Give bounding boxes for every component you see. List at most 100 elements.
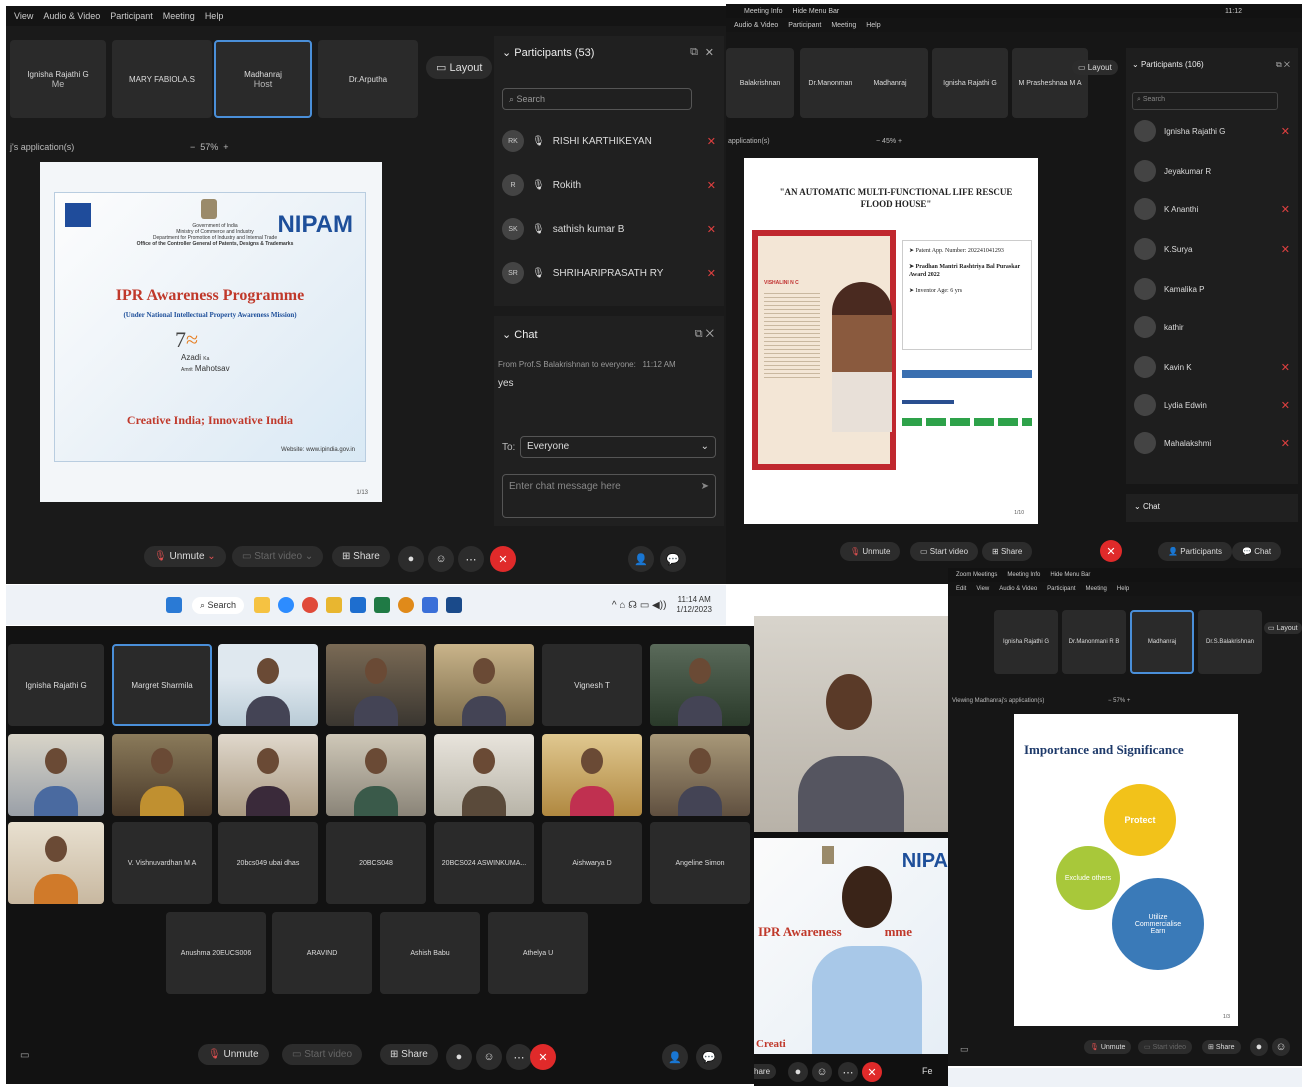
participant-row[interactable]: Kavin K ✕ [1134,350,1290,384]
participant-row[interactable]: K.Surya ✕ [1134,232,1290,266]
participant-tile[interactable]: 20bcs049 ubai dhas [218,822,318,904]
participants-icon[interactable]: 👤 [662,1044,688,1070]
menu-audio-video[interactable]: Audio & Video [999,586,1037,592]
unmute-button[interactable]: 🎙 Unmute [1084,1040,1132,1054]
reactions-icon[interactable]: ☺ [428,546,454,572]
participant-tile-active[interactable]: Margret Sharmila [112,644,212,726]
menu-view[interactable]: View [14,11,33,21]
start-video-button[interactable]: ▭ Start video [910,542,979,561]
end-call-button[interactable]: ✕ [1100,540,1122,562]
send-icon[interactable]: ➤ [701,481,709,492]
start-video-button[interactable]: ▭ Start video [282,1044,363,1065]
video-tile[interactable] [326,644,426,726]
mic-muted-icon[interactable]: ✕ [707,267,716,280]
presenter-slide-video[interactable]: NIPA IPR Awareness mme Creati [754,838,948,1054]
more-icon[interactable]: ⋯ [838,1062,858,1082]
app-icon[interactable] [446,597,463,613]
chat-icon[interactable]: 💬 [696,1044,722,1070]
participant-row[interactable]: kathir [1134,310,1290,344]
participant-tile[interactable]: ARAVIND [272,912,372,994]
video-tile[interactable] [8,734,104,816]
mic-muted-icon[interactable]: ✕ [707,223,716,236]
mic-muted-icon[interactable]: ✕ [1281,203,1290,216]
meeting-info-menu[interactable]: Meeting Info [1007,572,1040,578]
app-icon[interactable] [350,597,367,613]
participant-row[interactable]: SR 🎙 SHRIHARIPRASATH RY ✕ [502,256,716,290]
mic-muted-icon[interactable]: ✕ [1281,125,1290,138]
share-button-fragment[interactable]: hare [754,1064,777,1079]
reactions-icon[interactable]: ☺ [476,1044,502,1070]
more-icon[interactable]: ⋯ [458,546,484,572]
video-tile[interactable] [8,822,104,904]
record-icon[interactable]: ● [398,546,424,572]
end-call-button[interactable]: ✕ [490,546,516,572]
reactions-icon[interactable]: ☺ [812,1062,832,1082]
participant-tile-active[interactable]: Madhanraj Host [214,40,312,118]
participant-tile[interactable]: Dr.S.Balakrishnan [1198,610,1262,674]
participant-tile[interactable]: Anushma 20EUCS006 [166,912,266,994]
reactions-icon[interactable]: ☺ [1272,1038,1290,1056]
participant-tile[interactable]: Ignisha Rajathi G Me [10,40,106,118]
menu-participant[interactable]: Participant [110,11,153,21]
mic-muted-icon[interactable]: ✕ [707,135,716,148]
zoom-level[interactable]: − 57% + [190,142,229,152]
participant-tile[interactable]: Athelya U [488,912,588,994]
unmute-button[interactable]: 🎙 Unmute ⌄ [144,546,226,567]
menu-help[interactable]: Help [866,22,880,29]
participant-tile[interactable]: 20BCS048 [326,822,426,904]
video-tile[interactable] [218,644,318,726]
mic-muted-icon[interactable]: ✕ [1281,361,1290,374]
video-tile[interactable] [754,616,948,832]
zoom-level[interactable]: − 45% + [876,138,902,145]
participant-row[interactable]: SK 🎙 sathish kumar B ✕ [502,212,716,246]
chat-input[interactable]: Enter chat message here ➤ [502,474,716,518]
record-icon[interactable]: ● [1250,1038,1268,1056]
menu-participant[interactable]: Participant [788,22,821,29]
chat-recipient-select[interactable]: Everyone ⌄ [520,436,716,458]
chat-icon[interactable]: 💬 [660,546,686,572]
participant-row[interactable]: R 🎙 Rokith ✕ [502,168,716,202]
unmute-button[interactable]: 🎙 Unmute [840,542,901,561]
folder-icon[interactable] [326,597,343,613]
hide-menu-bar[interactable]: Hide Menu Bar [1050,572,1090,578]
mic-muted-icon[interactable]: ✕ [1281,437,1290,450]
record-icon[interactable]: ● [788,1062,808,1082]
participant-tile[interactable]: Dr.Manonmani R B [1062,610,1126,674]
menu-edit[interactable]: Edit [956,586,966,592]
toolbar-fragment[interactable]: Fe [922,1066,933,1076]
captions-icon[interactable]: ▭ [20,1050,29,1061]
participant-tile[interactable]: Ignisha Rajathi G [994,610,1058,674]
menu-audio-video[interactable]: Audio & Video [734,22,778,29]
record-icon[interactable]: ● [446,1044,472,1070]
participant-tile-active[interactable]: Madhanraj [1130,610,1194,674]
participant-tile[interactable]: Dr.Arputha [318,40,418,118]
browser-icon[interactable] [398,597,415,613]
participant-row[interactable]: K Ananthi ✕ [1134,192,1290,226]
share-button[interactable]: ⊞ Share [1202,1040,1241,1054]
video-tile[interactable] [218,734,318,816]
menu-meeting[interactable]: Meeting [831,22,856,29]
participant-tile[interactable]: Aishwarya D [542,822,642,904]
start-video-button[interactable]: ▭ Start video ⌄ [232,546,324,567]
layout-button[interactable]: ▭ Layout [426,56,493,79]
layout-button[interactable]: ▭ Layout [1264,622,1302,634]
chat-close-icon[interactable]: ⧉ ✕ [695,328,714,341]
video-tile[interactable] [326,734,426,816]
file-explorer-icon[interactable] [254,597,271,613]
zoom-level[interactable]: − 57% + [1108,698,1130,704]
taskbar-search[interactable]: ⌕ Search [192,596,245,614]
video-tile[interactable] [112,734,212,816]
participant-row[interactable]: Jeyakumar R [1134,154,1290,188]
participant-tile[interactable]: Balakrishnan [726,48,794,118]
end-call-button[interactable]: ✕ [530,1044,556,1070]
tray-icons[interactable]: ^ ⌂ ☊ ▭ ◀)) [612,600,667,611]
participant-row[interactable]: Ignisha Rajathi G ✕ [1134,114,1290,148]
windows-start-icon[interactable] [166,597,182,613]
video-tile[interactable] [434,734,534,816]
unmute-button[interactable]: 🎙 Unmute [198,1044,269,1065]
participants-button[interactable]: 👤 Participants [1158,542,1232,561]
video-tile[interactable] [650,734,750,816]
participant-search-input[interactable]: ⌕ Search [1132,92,1278,110]
taskbar-clock[interactable]: 11:14 AM 1/12/2023 [676,595,712,615]
participant-tile[interactable]: Madhanraj [852,48,928,118]
